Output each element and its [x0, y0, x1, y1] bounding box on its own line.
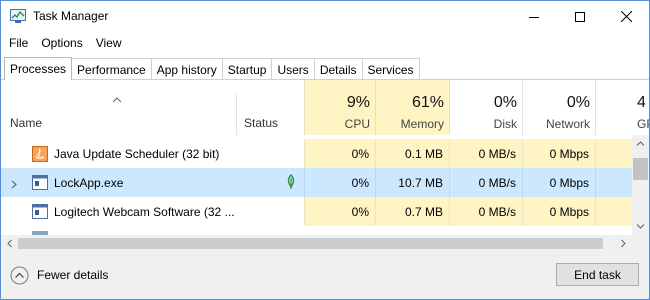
tab-users[interactable]: Users	[272, 58, 315, 80]
tab-startup[interactable]: Startup	[222, 58, 273, 80]
memory-value: 10.7 MB	[375, 168, 449, 197]
network-value: 0 Mbps	[522, 168, 595, 197]
network-value: 0 Mbps	[522, 139, 595, 168]
table-row[interactable]: Logitech Webcam Software (32 ... 0% 0.7 …	[1, 197, 632, 226]
network-value: 0 Mbps	[522, 197, 595, 226]
memory-total: 61%	[411, 94, 444, 111]
tab-services[interactable]: Services	[362, 58, 420, 80]
close-icon	[620, 11, 632, 22]
scroll-up-button[interactable]	[632, 135, 649, 152]
java-icon	[32, 146, 48, 162]
disk-value: 0 MB/s	[449, 139, 522, 168]
tab-strip: Processes Performance App history Startu…	[4, 57, 420, 80]
sort-up-icon	[112, 92, 122, 103]
gpu-label: GP	[637, 117, 649, 131]
table-row[interactable]: LockApp.exe 0% 10.7 MB 0 MB/s 0 Mbps	[1, 168, 632, 197]
chevron-right-icon[interactable]	[11, 178, 17, 189]
maximize-button[interactable]	[557, 1, 603, 32]
scroll-left-button[interactable]	[1, 235, 18, 252]
task-manager-icon	[10, 9, 26, 23]
menu-file[interactable]: File	[1, 34, 33, 54]
tab-performance[interactable]: Performance	[72, 58, 152, 80]
column-network[interactable]: 0% Network	[522, 80, 595, 135]
chevron-left-icon	[7, 239, 12, 248]
tab-app-history[interactable]: App history	[151, 58, 223, 80]
cpu-value: 0%	[304, 168, 375, 197]
task-manager-window: Task Manager File Options View Processes…	[0, 0, 650, 300]
cpu-total: 9%	[346, 94, 370, 111]
process-name: LockApp.exe	[54, 176, 124, 190]
footer-bar: Fewer details End task	[1, 252, 649, 299]
disk-value: 0 MB/s	[449, 168, 522, 197]
collapse-circle-icon[interactable]	[10, 266, 29, 285]
menu-options[interactable]: Options	[33, 34, 87, 54]
memory-value: 0.7 MB	[375, 197, 449, 226]
gpu-value	[595, 168, 632, 197]
network-total: 0%	[566, 94, 590, 111]
scroll-down-button[interactable]	[632, 218, 649, 235]
end-task-button[interactable]: End task	[556, 263, 639, 286]
memory-value: 0.1 MB	[375, 139, 449, 168]
tab-details[interactable]: Details	[314, 58, 363, 80]
gpu-total: 4	[637, 94, 646, 111]
maximize-icon	[575, 11, 585, 22]
minimize-button[interactable]	[511, 1, 557, 32]
horizontal-scroll-thumb[interactable]	[18, 238, 603, 249]
cpu-value: 0%	[304, 197, 375, 226]
gpu-value	[595, 139, 632, 168]
minimize-icon	[529, 16, 539, 18]
column-disk[interactable]: 0% Disk	[449, 80, 522, 135]
column-gpu[interactable]: 4 GP	[595, 80, 649, 135]
cpu-value: 0%	[304, 139, 375, 168]
menu-view[interactable]: View	[88, 34, 127, 54]
column-memory[interactable]: 61% Memory	[375, 80, 449, 135]
column-header: Name Status 9% CPU 61% Memory 0% Disk 0%…	[1, 80, 649, 135]
vertical-scroll-thumb[interactable]	[633, 158, 648, 180]
table-row[interactable]: Java Update Scheduler (32 bit) 0% 0.1 MB…	[1, 139, 632, 168]
process-name: Logitech Webcam Software (32 ...	[54, 205, 235, 219]
column-status[interactable]: Status	[244, 116, 278, 130]
gpu-value	[595, 197, 632, 226]
fewer-details-link[interactable]: Fewer details	[37, 268, 108, 282]
column-separator	[236, 93, 237, 135]
disk-label: Disk	[493, 117, 517, 131]
scroll-right-button[interactable]	[615, 235, 632, 252]
chevron-right-icon	[621, 239, 626, 248]
cpu-label: CPU	[344, 117, 370, 131]
close-button[interactable]	[603, 1, 649, 32]
network-label: Network	[545, 117, 590, 131]
menu-bar: File Options View	[1, 34, 127, 54]
chevron-up-icon	[636, 141, 645, 146]
tab-processes[interactable]: Processes	[4, 57, 73, 80]
app-window-icon	[32, 175, 48, 190]
disk-total: 0%	[493, 94, 517, 111]
title-bar[interactable]: Task Manager	[1, 1, 649, 32]
app-window-icon	[32, 204, 48, 219]
window-title: Task Manager	[33, 9, 109, 23]
process-list: Java Update Scheduler (32 bit) 0% 0.1 MB…	[1, 139, 632, 235]
memory-label: Memory	[400, 117, 444, 131]
suspended-leaf-icon	[285, 174, 297, 190]
column-name[interactable]: Name	[10, 116, 42, 130]
column-cpu[interactable]: 9% CPU	[304, 80, 375, 135]
disk-value: 0 MB/s	[449, 197, 522, 226]
process-name: Java Update Scheduler (32 bit)	[54, 147, 220, 161]
chevron-down-icon	[636, 224, 645, 229]
